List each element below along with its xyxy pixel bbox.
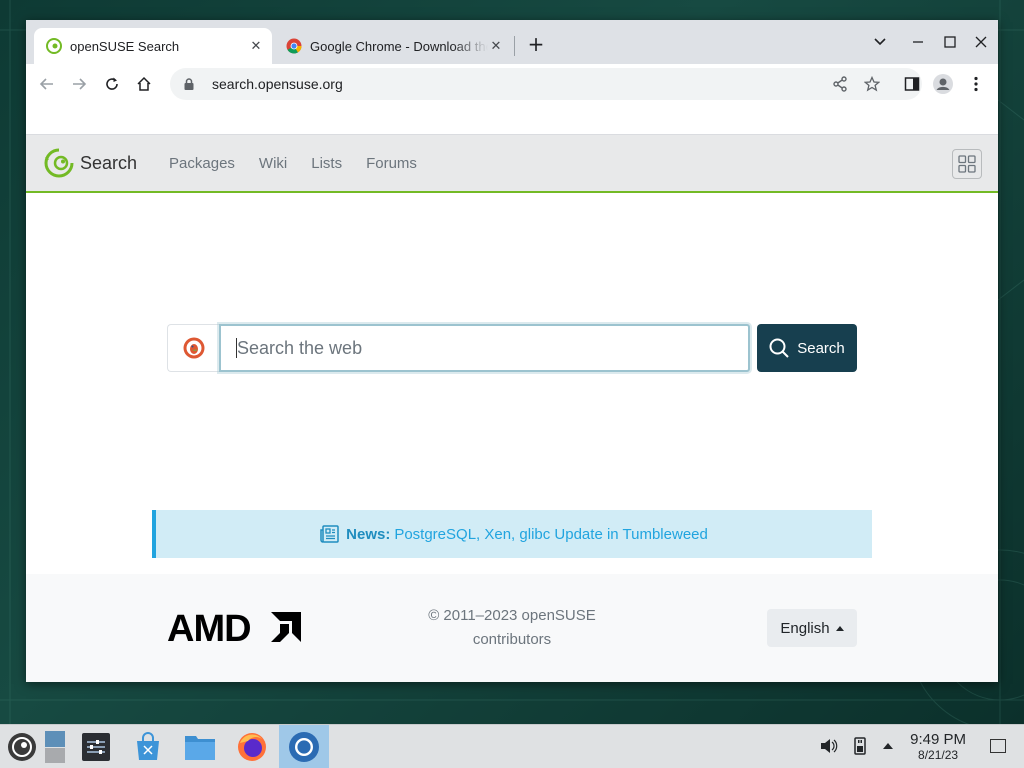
site-brand[interactable]: Search [44,148,137,178]
copyright-line-2: contributors [472,631,552,648]
maximize-icon[interactable] [938,30,962,54]
opensuse-logo-icon [44,148,74,178]
back-icon[interactable] [33,70,61,98]
search-engine-selector[interactable] [167,324,219,372]
news-label: News: [346,525,391,543]
opensuse-favicon-icon [46,38,62,54]
tab-strip: openSUSE Search ✕ Google Chrome - Downlo… [26,20,998,64]
caret-up-icon [835,625,844,631]
search-button-label: Search [797,339,845,357]
copyright-text: © 2011–2023 openSUSE contributors [412,604,612,652]
tab-close-icon[interactable]: ✕ [488,38,504,54]
page-content: Search Packages Wiki Lists Forums Search… [26,135,998,682]
nav-link-wiki[interactable]: Wiki [251,155,295,172]
nav-link-lists[interactable]: Lists [303,155,350,172]
bookmarks-bar [26,104,998,135]
nav-link-packages[interactable]: Packages [161,155,243,172]
home-icon[interactable] [130,70,158,98]
virtual-desktops-icon[interactable] [42,729,68,765]
search-icon [769,338,789,358]
reload-icon[interactable] [98,70,126,98]
tab-title: Google Chrome - Download the Fast, Secur… [310,38,488,54]
browser-toolbar: search.opensuse.org [26,64,998,104]
amd-logo[interactable]: AMD [167,610,303,644]
brand-title: Search [80,152,138,173]
browser-window: openSUSE Search ✕ Google Chrome - Downlo… [26,20,998,682]
close-window-icon[interactable] [969,30,993,54]
grid-icon [958,155,976,173]
newspaper-icon [320,525,339,543]
system-settings-icon[interactable] [78,729,114,765]
chrome-favicon-icon [286,38,302,54]
nav-links: Packages Wiki Lists Forums [153,155,425,172]
tab-separator [514,36,515,56]
search-input[interactable] [219,324,750,372]
site-footer: AMD © 2011–2023 openSUSE contributors En… [26,574,998,682]
text-caret [236,338,237,358]
forward-icon[interactable] [65,70,93,98]
new-tab-button[interactable]: + [524,32,548,56]
address-bar[interactable]: search.opensuse.org [170,68,922,100]
volume-icon[interactable] [820,737,838,755]
url-text: search.opensuse.org [212,76,343,92]
bookmark-star-icon[interactable] [862,74,882,94]
lock-icon [184,78,194,90]
profile-icon[interactable] [929,70,957,98]
share-icon[interactable] [830,74,850,94]
tab-close-icon[interactable]: ✕ [248,38,264,54]
duckduckgo-icon [183,337,204,359]
news-banner[interactable]: News: PostgreSQL, Xen, glibc Update in T… [152,510,872,558]
apps-grid-button[interactable] [952,149,982,179]
svg-text:AMD: AMD [167,610,251,644]
firefox-icon[interactable] [234,729,270,765]
search-button[interactable]: Search [757,324,857,372]
clock[interactable]: 9:49 PM 8/21/23 [910,731,966,762]
search-form: Search [167,324,857,372]
taskbar: 9:49 PM 8/21/23 [0,724,1024,768]
clock-time: 9:49 PM [910,731,966,748]
tab-title: openSUSE Search [70,38,180,54]
tab-opensuse-search[interactable]: openSUSE Search ✕ [34,28,272,64]
nav-link-forums[interactable]: Forums [358,155,425,172]
show-desktop-icon[interactable] [990,739,1006,753]
side-panel-icon[interactable] [898,70,926,98]
language-label: English [780,619,830,637]
news-link[interactable]: PostgreSQL, Xen, glibc Update in Tumblew… [394,526,708,543]
tray-expand-icon[interactable] [879,737,897,755]
site-navbar: Search Packages Wiki Lists Forums [26,135,998,193]
clock-date: 8/21/23 [918,748,959,762]
tab-search-icon[interactable] [868,30,892,54]
menu-kebab-icon[interactable] [962,70,990,98]
tab-google-chrome[interactable]: Google Chrome - Download the Fast, Secur… [276,28,512,64]
copyright-line-1: © 2011–2023 openSUSE [428,607,596,624]
language-dropdown[interactable]: English [767,609,857,647]
device-notifier-icon[interactable] [851,737,869,755]
app-launcher-icon[interactable] [4,729,40,765]
chrome-taskbar-icon[interactable] [279,725,329,768]
software-store-icon[interactable] [130,729,166,765]
minimize-icon[interactable] [906,30,930,54]
file-manager-icon[interactable] [182,729,218,765]
